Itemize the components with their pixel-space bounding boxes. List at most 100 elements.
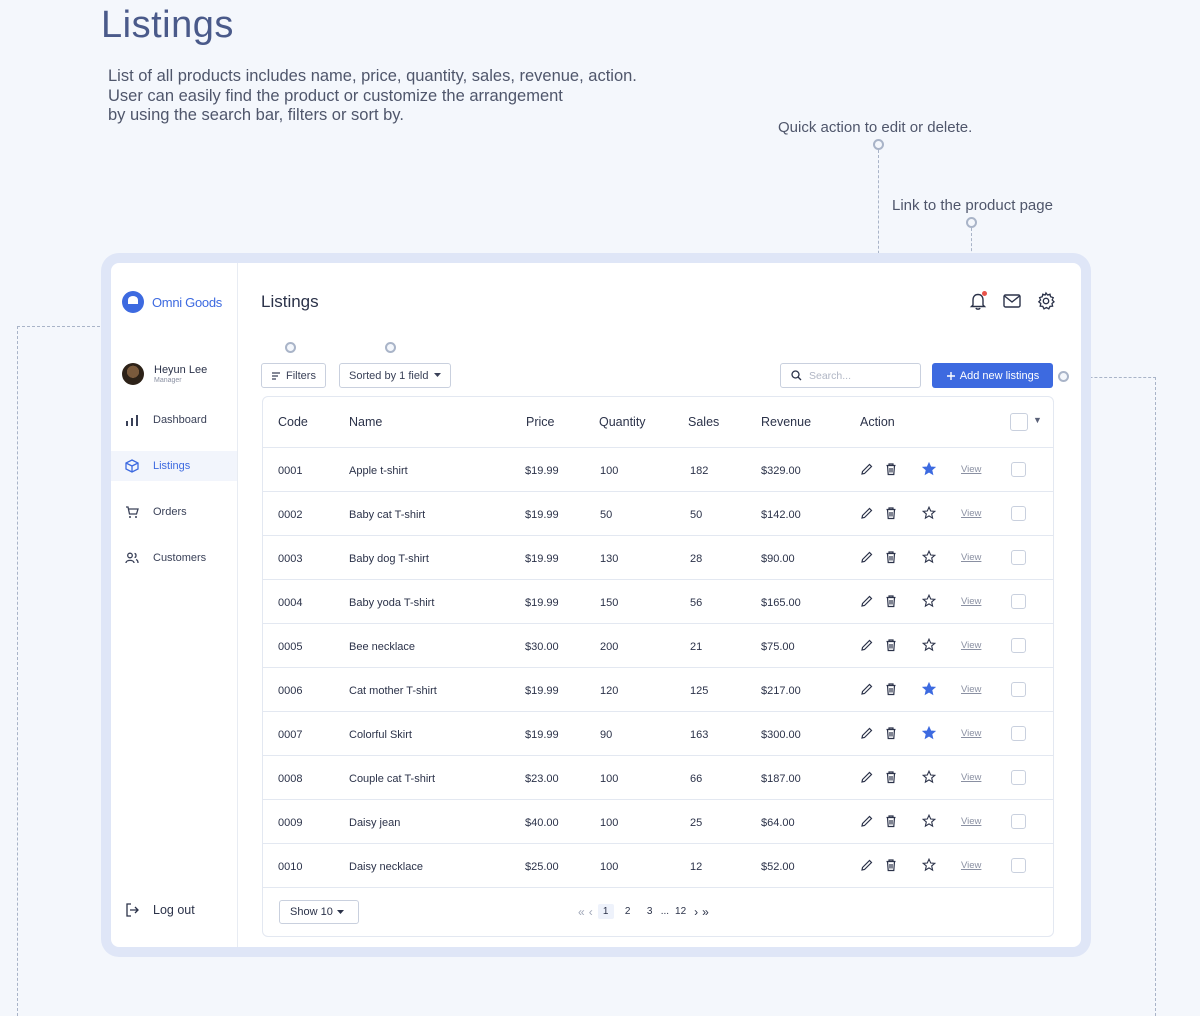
- view-link[interactable]: View: [961, 464, 981, 475]
- column-header[interactable]: Code: [278, 415, 308, 429]
- trash-icon[interactable]: [884, 638, 898, 652]
- edit-icon[interactable]: [860, 550, 874, 564]
- edit-icon[interactable]: [860, 770, 874, 784]
- trash-icon[interactable]: [884, 814, 898, 828]
- sidebar-item-orders[interactable]: Orders: [111, 497, 237, 527]
- edit-icon[interactable]: [860, 858, 874, 872]
- table-row[interactable]: 0009 Daisy jean $40.00 100 25 $64.00 View: [263, 800, 1053, 844]
- table-row[interactable]: 0005 Bee necklace $30.00 200 21 $75.00 View: [263, 624, 1053, 668]
- sidebar-item-customers[interactable]: Customers: [111, 543, 237, 573]
- edit-icon[interactable]: [860, 506, 874, 520]
- table-row[interactable]: 0003 Baby dog T-shirt $19.99 130 28 $90.00 Vie…: [263, 536, 1053, 580]
- trash-icon[interactable]: [884, 594, 898, 608]
- page-link[interactable]: 2: [620, 904, 636, 919]
- star-icon[interactable]: [921, 725, 937, 740]
- table-row[interactable]: 0001 Apple t-shirt $19.99 100 182 $329.00 View: [263, 448, 1053, 492]
- page-link[interactable]: 3: [642, 904, 658, 919]
- view-link[interactable]: View: [961, 728, 981, 739]
- column-header[interactable]: Sales: [688, 415, 719, 429]
- view-link[interactable]: View: [961, 772, 981, 783]
- edit-icon[interactable]: [860, 682, 874, 696]
- view-link[interactable]: View: [961, 860, 981, 871]
- filters-button[interactable]: Filters: [261, 363, 326, 388]
- page-link[interactable]: 12: [672, 904, 689, 919]
- star-icon[interactable]: [921, 813, 937, 828]
- table-row[interactable]: 0002 Baby cat T-shirt $19.99 50 50 $142.00 Vie…: [263, 492, 1053, 536]
- view-link[interactable]: View: [961, 552, 981, 563]
- prev-page-icon[interactable]: ‹: [589, 905, 593, 919]
- column-header[interactable]: Name: [349, 415, 382, 429]
- page-link[interactable]: 1: [597, 904, 614, 919]
- row-checkbox[interactable]: [1011, 594, 1026, 609]
- star-icon[interactable]: [921, 505, 937, 520]
- mail-icon[interactable]: [1002, 291, 1022, 311]
- row-checkbox[interactable]: [1011, 858, 1026, 873]
- sidebar-item-label: Listings: [153, 460, 191, 472]
- brand[interactable]: Omni Goods: [122, 291, 222, 313]
- trash-icon[interactable]: [884, 858, 898, 872]
- row-checkbox[interactable]: [1011, 638, 1026, 653]
- column-header[interactable]: Action: [860, 415, 895, 429]
- star-icon[interactable]: [921, 461, 937, 476]
- column-header[interactable]: Price: [526, 415, 554, 429]
- cell-quantity: 100: [600, 465, 619, 477]
- column-header[interactable]: Quantity: [599, 415, 646, 429]
- star-icon[interactable]: [921, 549, 937, 564]
- row-checkbox[interactable]: [1011, 506, 1026, 521]
- chevron-down-icon[interactable]: ▼: [1033, 415, 1042, 425]
- gear-icon[interactable]: [1036, 291, 1056, 311]
- logout-button[interactable]: Log out: [125, 903, 195, 917]
- table-row[interactable]: 0007 Colorful Skirt $19.99 90 163 $300.00 View: [263, 712, 1053, 756]
- trash-icon[interactable]: [884, 550, 898, 564]
- edit-icon[interactable]: [860, 594, 874, 608]
- users-icon: [125, 552, 139, 564]
- search-input[interactable]: Search...: [780, 363, 921, 388]
- view-link[interactable]: View: [961, 640, 981, 651]
- view-link[interactable]: View: [961, 596, 981, 607]
- add-listing-button[interactable]: Add new listings: [932, 363, 1053, 388]
- star-icon[interactable]: [921, 681, 937, 696]
- user-profile[interactable]: Heyun Lee Manager: [122, 363, 207, 385]
- cell-price: $19.99: [525, 729, 559, 741]
- bell-icon[interactable]: [968, 291, 988, 311]
- edit-icon[interactable]: [860, 814, 874, 828]
- trash-icon[interactable]: [884, 726, 898, 740]
- sidebar-item-listings[interactable]: Listings: [111, 451, 237, 481]
- table-row[interactable]: 0008 Couple cat T-shirt $23.00 100 66 $187.00…: [263, 756, 1053, 800]
- row-checkbox[interactable]: [1011, 770, 1026, 785]
- sort-button[interactable]: Sorted by 1 field: [339, 363, 451, 388]
- row-checkbox[interactable]: [1011, 814, 1026, 829]
- cell-name: Bee necklace: [349, 641, 416, 653]
- first-page-icon[interactable]: «: [578, 905, 585, 919]
- select-all-checkbox[interactable]: [1010, 413, 1028, 431]
- column-header[interactable]: Revenue: [761, 415, 811, 429]
- row-checkbox[interactable]: [1011, 550, 1026, 565]
- next-page-icon[interactable]: ›: [694, 905, 698, 919]
- star-icon[interactable]: [921, 637, 937, 652]
- trash-icon[interactable]: [884, 682, 898, 696]
- cell-price: $30.00: [525, 641, 559, 653]
- edit-icon[interactable]: [860, 726, 874, 740]
- page-size-select[interactable]: Show 10: [279, 900, 359, 924]
- cell-price: $19.99: [525, 465, 559, 477]
- table-row[interactable]: 0010 Daisy necklace $25.00 100 12 $52.00 View: [263, 844, 1053, 888]
- table-row[interactable]: 0006 Cat mother T-shirt $19.99 120 125 $217.0…: [263, 668, 1053, 712]
- last-page-icon[interactable]: »: [702, 905, 709, 919]
- view-link[interactable]: View: [961, 816, 981, 827]
- filters-label: Filters: [286, 369, 316, 382]
- star-icon[interactable]: [921, 769, 937, 784]
- row-checkbox[interactable]: [1011, 462, 1026, 477]
- row-checkbox[interactable]: [1011, 726, 1026, 741]
- table-row[interactable]: 0004 Baby yoda T-shirt $19.99 150 56 $165.00 V…: [263, 580, 1053, 624]
- star-icon[interactable]: [921, 593, 937, 608]
- star-icon[interactable]: [921, 857, 937, 872]
- trash-icon[interactable]: [884, 770, 898, 784]
- trash-icon[interactable]: [884, 506, 898, 520]
- sidebar-item-dashboard[interactable]: Dashboard: [111, 405, 237, 435]
- edit-icon[interactable]: [860, 462, 874, 476]
- view-link[interactable]: View: [961, 508, 981, 519]
- row-checkbox[interactable]: [1011, 682, 1026, 697]
- view-link[interactable]: View: [961, 684, 981, 695]
- edit-icon[interactable]: [860, 638, 874, 652]
- trash-icon[interactable]: [884, 462, 898, 476]
